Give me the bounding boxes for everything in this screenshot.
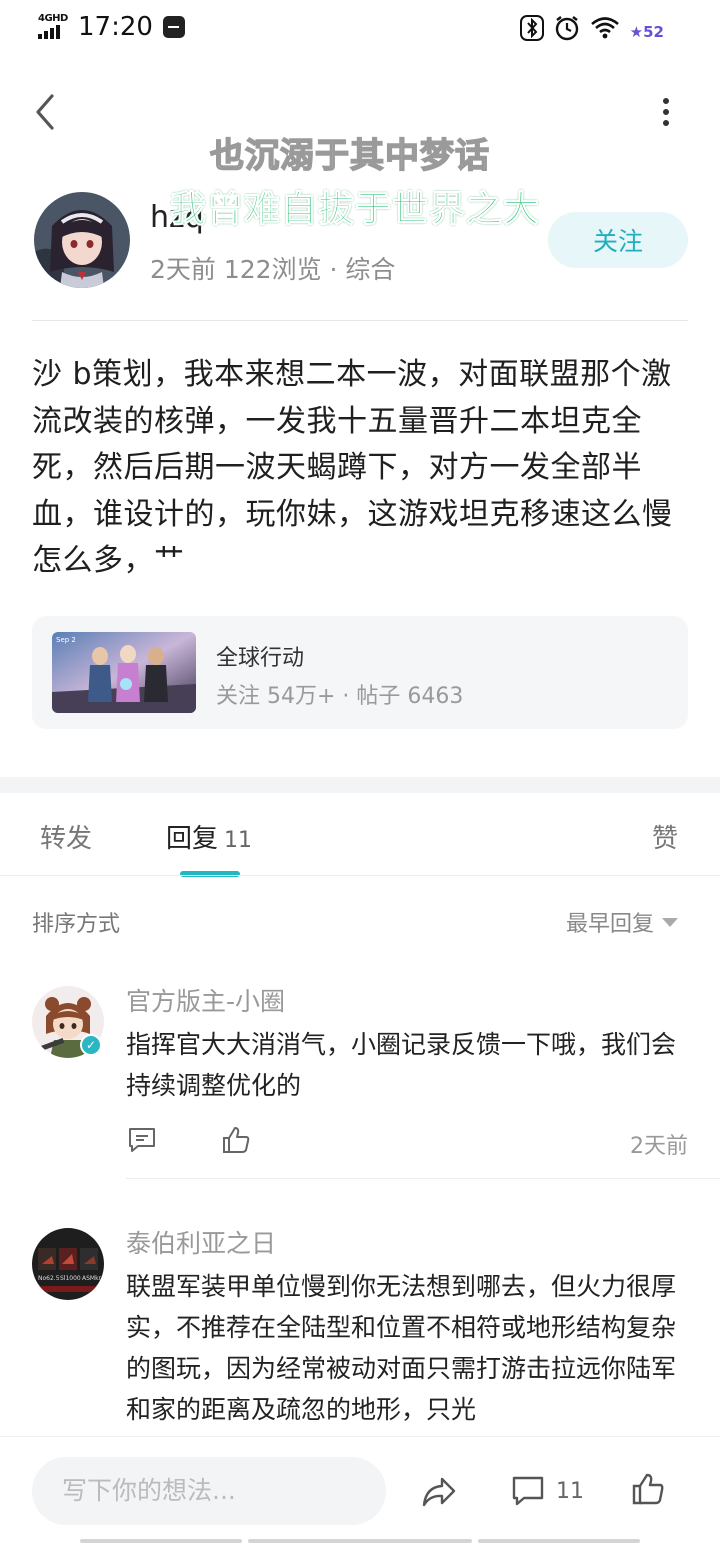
battery-level: 52	[643, 23, 664, 41]
commenter-avatar[interactable]: No62.5 Sl1000 ASMkr	[32, 1228, 104, 1300]
circle-name: 全球行动	[216, 646, 305, 671]
share-button[interactable]	[420, 1473, 458, 1511]
comment-icon	[512, 1476, 544, 1506]
avatar-label: No62.5	[38, 1275, 60, 1282]
wifi-icon	[590, 16, 620, 48]
bottom-action-bar: 写下你的想法... 11	[0, 1436, 720, 1544]
reply-count: 11	[224, 828, 253, 853]
sort-dropdown[interactable]: 最早回复	[566, 906, 679, 938]
comment-text: 联盟军装甲单位慢到你无法想到哪去，但火力很厚实，不推荐在全陆型和位置不相符或地形…	[126, 1272, 677, 1424]
comment-count: 11	[556, 1479, 584, 1504]
follow-button[interactable]: 关注	[548, 212, 688, 268]
nav-gesture-bar	[478, 1539, 640, 1543]
sort-label: 排序方式	[32, 912, 121, 937]
divider	[0, 875, 720, 876]
circle-stats: 关注 54万+ · 帖子 6463	[216, 684, 464, 709]
more-vertical-icon	[663, 98, 669, 104]
star-icon: ★	[629, 23, 644, 41]
verified-badge-icon: ✓	[80, 1034, 102, 1056]
avatar-label: ASMkr	[82, 1275, 102, 1282]
thumbs-up-icon	[632, 1473, 664, 1505]
chevron-left-icon	[36, 94, 54, 130]
nav-gesture-bar	[80, 1539, 242, 1543]
tab-forward[interactable]: 转发	[40, 818, 92, 855]
like-button[interactable]	[630, 1471, 666, 1507]
post-content: 沙 b策划，我本来想二本一波，对面联盟那个激流改装的核弹，一发我十五量晋升二本坦…	[32, 357, 673, 578]
bluetooth-icon	[519, 14, 544, 50]
reply-comment-button[interactable]	[126, 1124, 158, 1156]
comment-time: 2天前	[630, 1134, 688, 1159]
comments-button[interactable]	[510, 1473, 546, 1509]
comment-icon	[129, 1128, 155, 1152]
comment-input[interactable]: 写下你的想法...	[32, 1457, 386, 1525]
network-type: 4GHD	[38, 13, 68, 24]
author-avatar[interactable]	[34, 192, 130, 288]
tab-reply[interactable]: 回复 11	[166, 818, 252, 855]
divider	[32, 320, 688, 321]
danmaku-text: 也沉溺于其中梦话	[209, 135, 490, 177]
commenter-name[interactable]: 泰伯利亚之日	[126, 1224, 276, 1260]
circle-card[interactable]: Sep 2 全球行动 关注 54万+ · 帖子 6463	[32, 616, 688, 729]
danmaku-text: 我曾难自拔于世界之大	[169, 189, 541, 231]
like-comment-button[interactable]	[220, 1124, 252, 1156]
divider	[126, 1178, 720, 1179]
comment-actions: 2天前	[126, 1124, 688, 1164]
message-notification-icon	[162, 16, 185, 38]
triangle-down-icon	[662, 917, 679, 927]
nav-gesture-bar	[248, 1539, 472, 1543]
sort-selected: 最早回复	[566, 912, 655, 937]
avatar-label: Sl1000	[60, 1275, 81, 1282]
thumbs-up-icon	[223, 1127, 250, 1153]
back-button[interactable]	[26, 88, 66, 136]
more-options-button[interactable]	[650, 92, 682, 132]
status-bar: 4GHD 17:20 ★52	[0, 0, 720, 56]
circle-thumbnail: Sep 2	[52, 632, 196, 713]
alarm-icon	[554, 15, 580, 49]
battery-indicator: ★52	[630, 23, 664, 41]
active-tab-indicator	[180, 871, 240, 877]
tab-like[interactable]: 赞	[652, 818, 678, 855]
comment-text: 指挥官大大消消气，小圈记录反馈一下哦，我们会持续调整优化的	[126, 1030, 677, 1100]
thumb-caption: Sep 2	[56, 636, 76, 644]
commenter-name[interactable]: 官方版主-小圈	[126, 982, 285, 1018]
share-icon	[422, 1477, 456, 1507]
signal-icon: 4GHD	[38, 13, 70, 41]
tab-reply-label: 回复	[166, 824, 219, 854]
post-meta: 2天前 122浏览 · 综合	[150, 255, 396, 284]
section-separator	[0, 777, 720, 793]
clock: 17:20	[78, 12, 153, 42]
